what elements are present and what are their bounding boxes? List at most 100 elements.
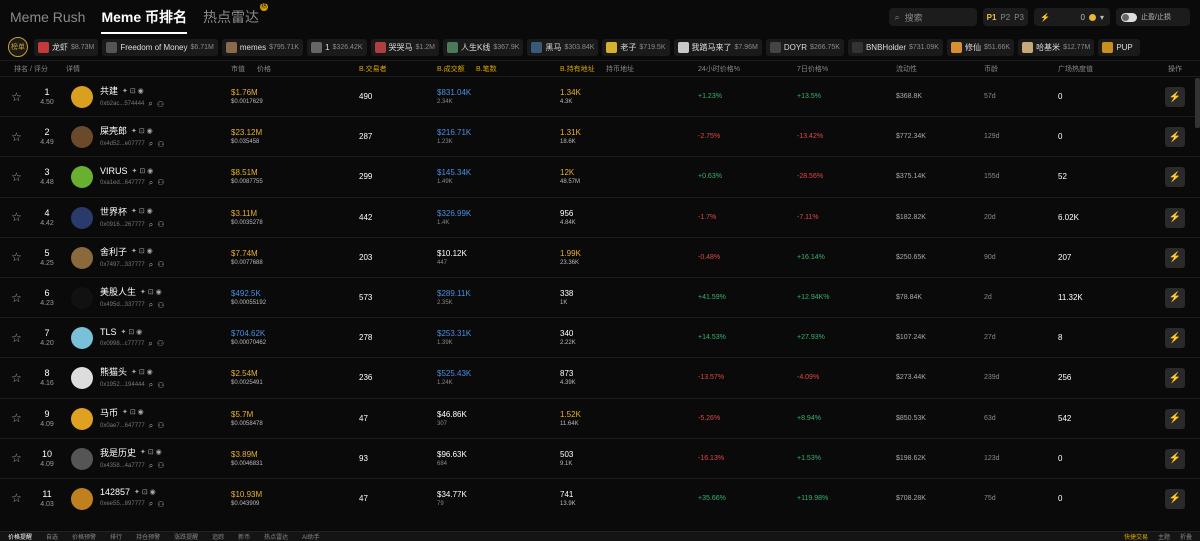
quick-buy-button[interactable]: ⚡ (1165, 127, 1185, 148)
quick-buy-button[interactable]: ⚡ (1165, 167, 1185, 188)
header-rank[interactable]: 排名 / 评分 (14, 64, 48, 74)
token-address[interactable]: 0x7497...337777 (100, 262, 145, 268)
token-name[interactable]: 我是历史 (100, 446, 136, 459)
ticker-chip[interactable]: 修仙 $51.66K (946, 38, 1015, 56)
bottom-bar-item[interactable]: 持仓预警 (136, 532, 160, 541)
bottom-bar-item[interactable]: 热点雷达 (264, 532, 288, 541)
tab-hot-radar[interactable]: 热点雷达热 (203, 3, 269, 27)
quick-buy-button[interactable]: ⚡ (1165, 368, 1185, 389)
header-holders[interactable]: B.持有地址 (560, 64, 595, 74)
favorite-star-icon[interactable]: ☆ (11, 198, 22, 237)
token-address[interactable]: 0x0916...267777 (100, 222, 145, 228)
token-name[interactable]: 熊猫头 (100, 365, 127, 378)
ticker-chip[interactable]: 人生K线 $367.9K (442, 38, 524, 56)
header-change-24h[interactable]: 24小时价格% (698, 64, 740, 74)
search-icon[interactable]: ⌕ (149, 260, 153, 270)
ticker-chip[interactable]: 龙虾 $8.73M (34, 38, 99, 56)
quick-buy-button[interactable]: ⚡ (1165, 488, 1185, 509)
token-address[interactable]: 0x0998...c77777 (100, 341, 144, 347)
table-row[interactable]: ☆ 9 4.09 马币 ✦ ⊡ ◉ 0x0ae7...647777 ⌕ ⚇ $5.7M $… (0, 397, 1200, 438)
bottom-bar-item[interactable]: 新币 (238, 532, 250, 541)
preset-p3[interactable]: P3 (1014, 13, 1024, 22)
social-icon[interactable]: ⚇ (157, 421, 164, 430)
search-icon[interactable]: ⌕ (149, 421, 153, 431)
token-name[interactable]: 共建 (100, 84, 118, 97)
ticker-chip[interactable]: Freedom of Money $6.71M (102, 38, 218, 56)
search-icon[interactable]: ⌕ (149, 220, 153, 230)
social-icon[interactable]: ⚇ (157, 500, 164, 509)
table-row[interactable]: ☆ 2 4.49 屎壳郎 ✦ ⊡ ◉ 0x4d52...e07777 ⌕ ⚇ $23.1… (0, 116, 1200, 156)
table-row[interactable]: ☆ 3 4.48 VIRUS ✦ ⊡ ◉ 0xa1ed...647777 ⌕ ⚇ $8.… (0, 156, 1200, 196)
ticker-chip[interactable]: 1 $326.42K (307, 38, 367, 56)
header-mcap[interactable]: 市值 (231, 64, 245, 74)
bottom-bar-item[interactable]: 涨跌提醒 (174, 532, 198, 541)
token-address[interactable]: 0x495d...337777 (100, 302, 145, 308)
ticker-chip[interactable]: DOYR $266.75K (765, 38, 844, 56)
token-address[interactable]: 0xb2ac...574444 (100, 101, 144, 107)
bottom-bar-item[interactable]: 价格预警 (72, 532, 96, 541)
preset-p2[interactable]: P2 (1000, 13, 1010, 22)
bottom-bar-item[interactable]: AI助手 (302, 532, 320, 541)
search-icon[interactable]: ⌕ (149, 300, 153, 310)
take-profit-stop-loss-toggle[interactable]: 止盈/止损 (1116, 8, 1190, 26)
table-row[interactable]: ☆ 10 4.09 我是历史 ✦ ⊡ ◉ 0x4358...4a7777 ⌕ ⚇ $3.… (0, 437, 1200, 478)
bottom-bar-item[interactable]: 价格提醒 (8, 532, 32, 541)
ticker-chip[interactable]: 哭哭马 $1.2M (370, 38, 439, 56)
social-icon[interactable]: ⚇ (157, 178, 164, 187)
bottom-bar-item[interactable]: 排行 (110, 532, 122, 541)
quick-buy-button[interactable]: ⚡ (1165, 408, 1185, 429)
bottom-bar-item[interactable]: 追踪 (212, 532, 224, 541)
token-name[interactable]: 142857 (100, 487, 130, 497)
token-name[interactable]: 屎壳郎 (100, 124, 127, 137)
header-price[interactable]: 价格 (257, 64, 271, 74)
bottom-bar-action[interactable]: 主题 (1158, 532, 1170, 541)
tab-meme-rush[interactable]: Meme Rush (10, 9, 85, 25)
quick-buy-button[interactable]: ⚡ (1165, 448, 1185, 469)
ticker-chip[interactable]: 哈基米 $12.77M (1018, 38, 1095, 56)
favorite-star-icon[interactable]: ☆ (11, 238, 22, 277)
quick-buy-button[interactable]: ⚡ (1165, 287, 1185, 308)
token-name[interactable]: 马币 (100, 406, 118, 419)
toggle-switch[interactable] (1121, 12, 1137, 22)
tab-meme-ranking[interactable]: Meme 币排名 (101, 7, 187, 34)
bottom-bar-item[interactable]: 自选 (46, 532, 58, 541)
header-age[interactable]: 币龄 (984, 64, 998, 74)
preset-selector[interactable]: P1 P2 P3 (982, 8, 1028, 26)
preset-p1[interactable]: P1 (987, 13, 997, 22)
search-icon[interactable]: ⌕ (148, 99, 152, 109)
quick-buy-button[interactable]: ⚡ (1165, 87, 1185, 107)
search-input[interactable]: ⌕ 搜索 (888, 8, 977, 26)
table-row[interactable]: ☆ 8 4.16 熊猫头 ✦ ⊡ ◉ 0x1952...194444 ⌕ ⚇ $2.54… (0, 357, 1200, 397)
social-icon[interactable]: ⚇ (157, 461, 164, 470)
scrollbar[interactable] (1195, 78, 1200, 128)
favorite-star-icon[interactable]: ☆ (11, 157, 22, 196)
favorite-star-icon[interactable]: ☆ (11, 358, 22, 397)
favorite-star-icon[interactable]: ☆ (11, 117, 22, 156)
token-address[interactable]: 0xee55...897777 (100, 501, 145, 507)
table-row[interactable]: ☆ 5 4.25 舍利子 ✦ ⊡ ◉ 0x7497...337777 ⌕ ⚇ $7.74… (0, 236, 1200, 277)
quick-buy-button[interactable]: ⚡ (1165, 247, 1185, 268)
token-name[interactable]: TLS (100, 327, 117, 337)
token-address[interactable]: 0x4358...4a7777 (100, 463, 145, 469)
header-txns[interactable]: B.笔数 (476, 64, 497, 74)
header-volume[interactable]: B.成交额 (437, 64, 465, 74)
search-icon[interactable]: ⌕ (149, 178, 153, 188)
table-row[interactable]: ☆ 7 4.20 TLS ✦ ⊡ ◉ 0x0998...c77777 ⌕ ⚇ $704.… (0, 317, 1200, 357)
token-name[interactable]: 世界杯 (100, 205, 127, 218)
social-icon[interactable]: ⚇ (157, 339, 164, 348)
favorite-star-icon[interactable]: ☆ (11, 278, 22, 317)
header-liquidity[interactable]: 流动性 (896, 64, 917, 74)
search-icon[interactable]: ⌕ (148, 339, 152, 349)
favorite-star-icon[interactable]: ☆ (11, 399, 22, 438)
social-icon[interactable]: ⚇ (157, 381, 164, 390)
search-icon[interactable]: ⌕ (149, 139, 153, 149)
table-row[interactable]: ☆ 1 4.50 共建 ✦ ⊡ ◉ 0xb2ac...574444 ⌕ ⚇ $1.76M… (0, 76, 1200, 116)
ticker-chip[interactable]: PUP (1098, 38, 1140, 56)
quick-buy-button[interactable]: ⚡ (1165, 328, 1185, 349)
token-address[interactable]: 0x0ae7...647777 (100, 423, 145, 429)
table-row[interactable]: ☆ 4 4.42 世界杯 ✦ ⊡ ◉ 0x0916...267777 ⌕ ⚇ $3.11… (0, 196, 1200, 237)
token-address[interactable]: 0x4d52...e07777 (100, 141, 145, 147)
favorite-star-icon[interactable]: ☆ (11, 439, 22, 478)
quick-buy-amount[interactable]: ⚡ 0 ▾ (1034, 8, 1110, 26)
header-holders-all[interactable]: 持币地址 (606, 64, 634, 74)
